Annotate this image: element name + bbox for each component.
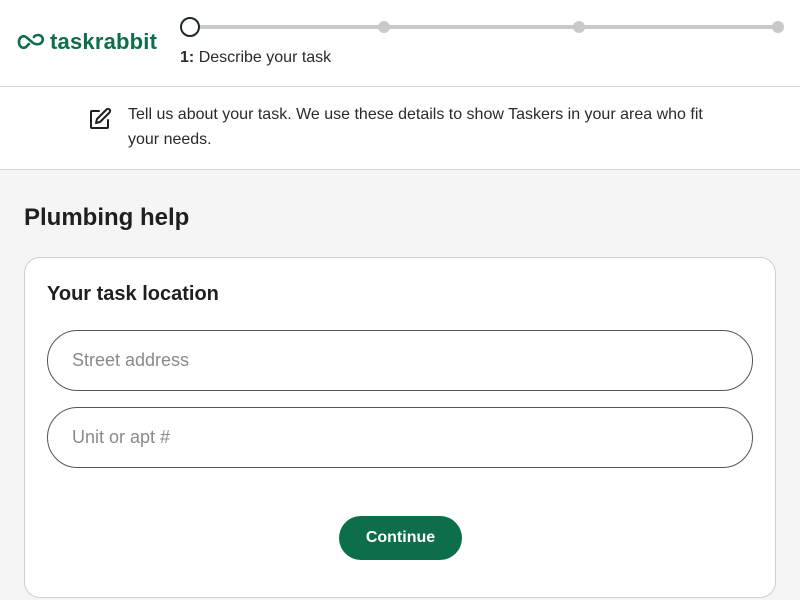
unit-apt-input[interactable]	[47, 407, 753, 468]
page-title: Plumbing help	[24, 204, 190, 231]
step-dot-4	[772, 21, 784, 33]
continue-button[interactable]: Continue	[339, 516, 462, 560]
progress-track	[190, 25, 782, 29]
logo-mark-icon	[17, 33, 45, 50]
taskrabbit-logo[interactable]: taskrabbit	[16, 30, 157, 54]
top-header: taskrabbit 1: Describe your task	[0, 0, 800, 87]
edit-icon	[90, 107, 112, 129]
step-dot-2	[378, 21, 390, 33]
step-dot-3	[573, 21, 585, 33]
card-title: Your task location	[47, 283, 219, 305]
info-text: Tell us about your task. We use these de…	[128, 106, 703, 148]
street-address-input[interactable]	[47, 330, 753, 391]
step-progress-bar	[180, 17, 786, 37]
info-banner: Tell us about your task. We use these de…	[0, 87, 800, 170]
step-number: 1:	[180, 49, 195, 66]
step-dot-current	[180, 17, 200, 37]
logo-text: taskrabbit	[50, 29, 158, 54]
step-label: 1: Describe your task	[180, 48, 331, 68]
step-title: Describe your task	[198, 49, 332, 66]
task-location-card: Your task location Continue	[24, 257, 776, 598]
